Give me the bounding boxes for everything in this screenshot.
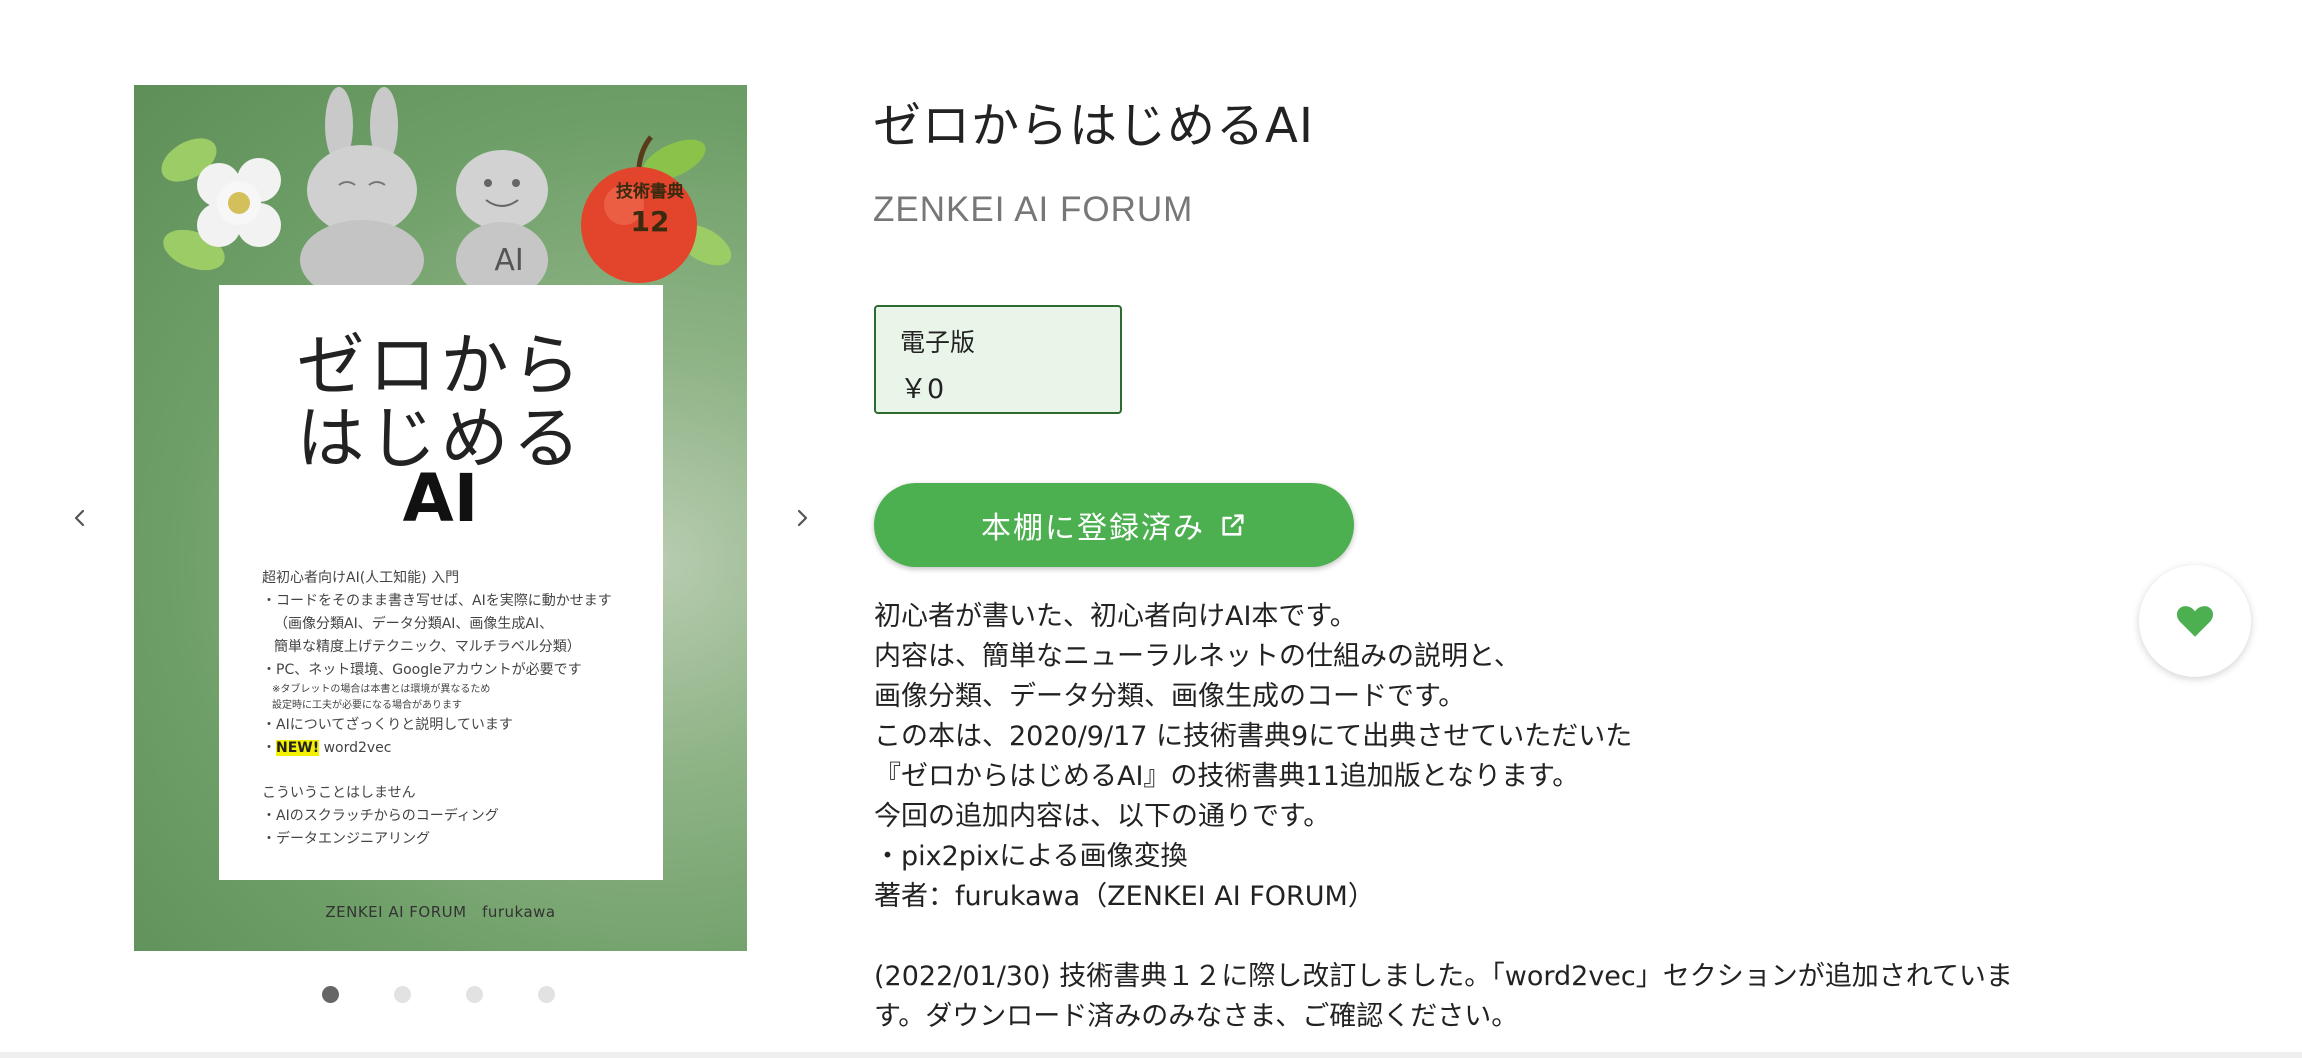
book-cover-image: AI 技術書典 12 ゼロから はじめる AI 超初心者向けAI(人工知能) 入…: [134, 85, 747, 951]
edition-price-option[interactable]: 電子版 ￥0: [874, 305, 1122, 414]
cover-note: ・AIのスクラッチからのコーディング: [262, 808, 499, 824]
event-badge-name: 技術書典: [616, 182, 684, 202]
carousel-pagination: [322, 986, 555, 1003]
cover-note: 簡単な精度上げテクニック、マルチラベル分類）: [274, 639, 581, 655]
price-value: ￥0: [900, 374, 945, 405]
favorite-button[interactable]: [2139, 565, 2251, 677]
cover-note: 設定時に工夫が必要になる場合があります: [272, 700, 462, 711]
flower-illustration: [161, 138, 281, 271]
description-line: (2022/01/30) 技術書典１２に際し改訂しました。「word2vec」セ…: [874, 961, 2013, 992]
chevron-left-icon: [74, 509, 85, 527]
bookshelf-registered-button[interactable]: 本棚に登録済み: [874, 483, 1354, 567]
ai-chip-label: AI: [494, 243, 524, 278]
description-line: この本は、2020/9/17 に技術書典9にて出典させていただいた: [874, 721, 1633, 752]
cover-title-line3: AI: [402, 460, 479, 537]
cover-note: ・PC、ネット環境、Googleアカウントが必要です: [262, 662, 582, 678]
circle-name-link[interactable]: ZENKEI AI FORUM: [873, 190, 1193, 230]
cover-note: ・AIについてざっくりと説明しています: [262, 717, 513, 733]
cover-author-line: ZENKEI AI FORUM furukawa: [325, 903, 556, 921]
cover-notes: 超初心者向けAI(人工知能) 入門 ・コードをそのまま書き写せば、AIを実際に動…: [262, 567, 662, 851]
event-badge: 技術書典 12: [600, 177, 700, 237]
book-description: 初心者が書いた、初心者向けAI本です。 内容は、簡単なニューラルネットの仕組みの…: [874, 597, 2074, 1037]
edition-label: 電子版: [900, 328, 976, 357]
cover-note: 超初心者向けAI(人工知能) 入門: [262, 570, 460, 586]
cover-note: （画像分類AI、データ分類AI、画像生成AI、: [274, 616, 554, 632]
carousel-dot-2[interactable]: [394, 986, 411, 1003]
description-line: ・pix2pixによる画像変換: [874, 841, 1188, 872]
bottom-divider: [0, 1052, 2302, 1058]
carousel-dot-1[interactable]: [322, 986, 339, 1003]
chevron-right-icon: [797, 509, 808, 527]
book-title: ゼロからはじめるAI: [873, 98, 1314, 154]
next-slide-button[interactable]: [782, 498, 822, 538]
rabbit-illustration: [300, 87, 424, 285]
description-line: 初心者が書いた、初心者向けAI本です。: [874, 601, 1357, 632]
cover-note-new: ・NEW! word2vec: [262, 740, 392, 756]
description-line: 画像分類、データ分類、画像生成のコードです。: [874, 681, 1466, 712]
prev-slide-button[interactable]: [60, 498, 100, 538]
cover-note: ※タブレットの場合は本書とは環境が異なるため: [272, 684, 491, 695]
event-badge-number: 12: [630, 205, 670, 238]
description-line: す。ダウンロード済みのみなさま、ご確認ください。: [874, 1001, 1519, 1032]
cover-note-word2vec: word2vec: [323, 740, 392, 756]
carousel-dot-3[interactable]: [466, 986, 483, 1003]
external-link-icon: [1222, 514, 1244, 536]
description-line: 今回の追加内容は、以下の通りです。: [874, 801, 1331, 832]
cover-note: こういうことはしません: [262, 785, 416, 801]
heart-icon: [2176, 606, 2214, 637]
cover-note: ・データエンジニアリング: [262, 831, 430, 847]
bookshelf-button-label: 本棚に登録済み: [981, 511, 1205, 546]
description-line: 内容は、簡単なニューラルネットの仕組みの説明と、: [874, 641, 1521, 672]
description-line: 著者：furukawa（ZENKEI AI FORUM）: [874, 881, 1375, 912]
carousel-dot-4[interactable]: [538, 986, 555, 1003]
description-line: 『ゼロからはじめるAI』の技術書典11追加版となります。: [874, 761, 1580, 792]
new-highlight: NEW!: [276, 740, 320, 756]
cover-note: ・コードをそのまま書き写せば、AIを実際に動かせます: [262, 593, 612, 609]
